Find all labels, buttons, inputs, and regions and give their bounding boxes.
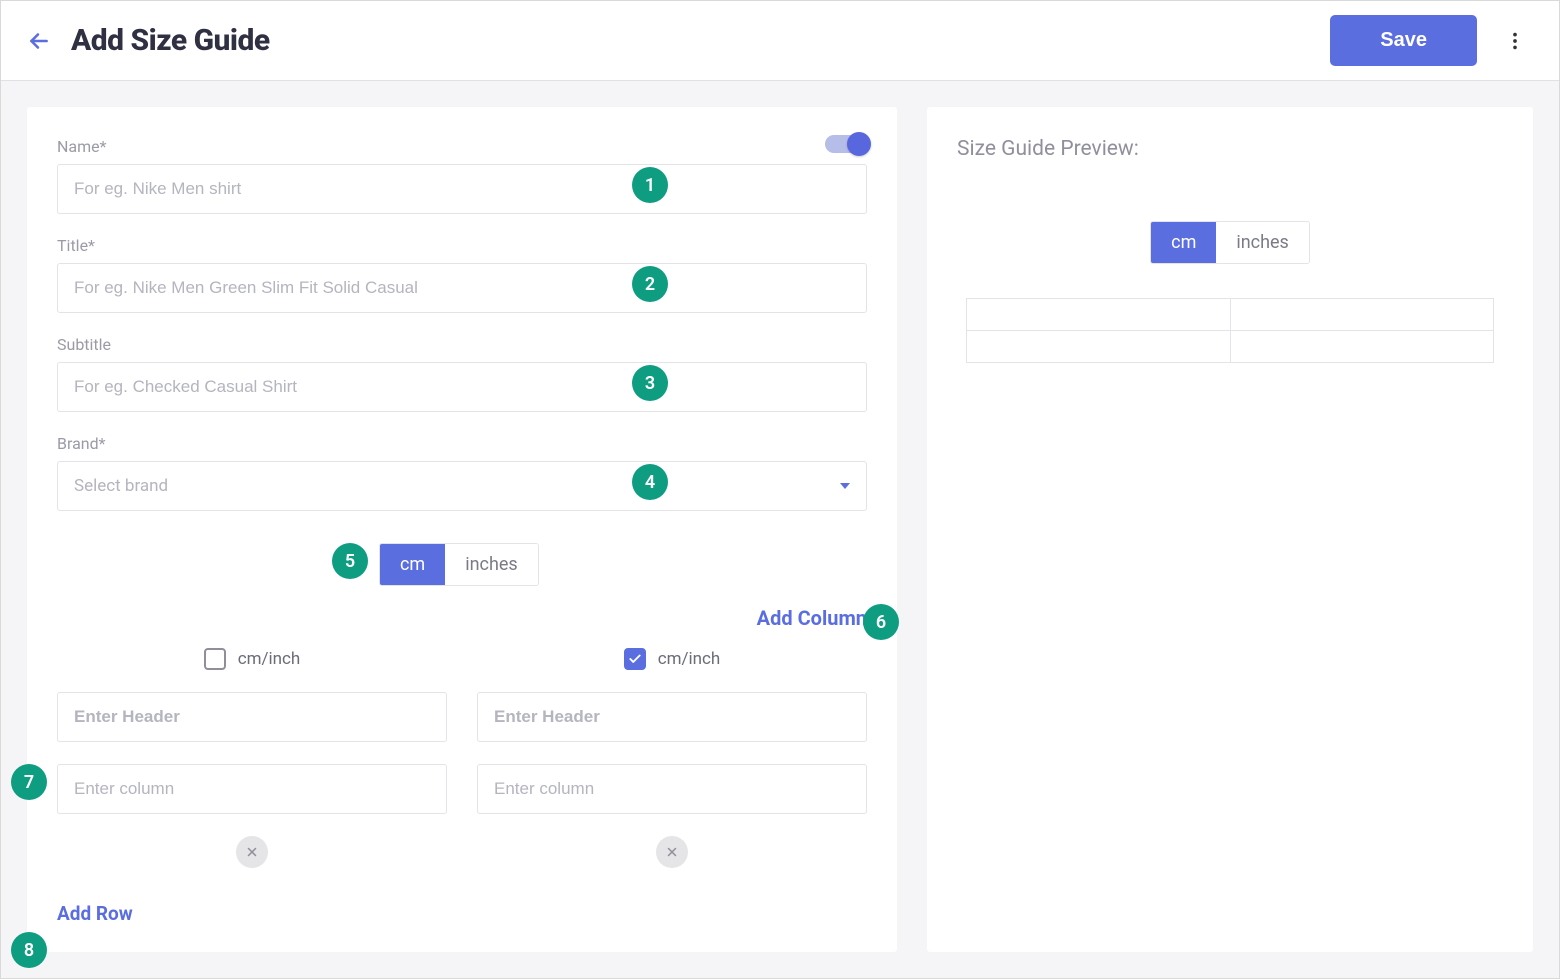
title-label: Title* [57, 236, 867, 255]
page-title: Add Size Guide [71, 23, 270, 58]
title-input[interactable] [57, 263, 867, 313]
brand-row: Brand* Select brand 4 [57, 434, 867, 511]
col0-cm-inch-checkbox[interactable] [204, 648, 226, 670]
col1-cm-inch-label: cm/inch [658, 649, 721, 669]
grid-area: 7 cm/inch [57, 648, 867, 868]
col1-cell-input[interactable] [477, 764, 867, 814]
name-label: Name* [57, 137, 867, 156]
col1-remove-button[interactable] [656, 836, 688, 868]
step-badge-7: 7 [11, 764, 47, 800]
preview-cell [967, 299, 1231, 331]
unit-inches-button[interactable]: inches [445, 544, 538, 585]
step-badge-1: 1 [632, 167, 668, 203]
preview-unit-inches-button[interactable]: inches [1216, 222, 1309, 263]
subtitle-label: Subtitle [57, 335, 867, 354]
col0-remove-wrap [57, 836, 447, 868]
col1-remove-wrap [477, 836, 867, 868]
form-panel: Name* 1 Title* 2 Subtitle 3 Brand* Selec [27, 107, 897, 952]
more-menu-button[interactable] [1495, 21, 1535, 61]
unit-cm-button[interactable]: cm [380, 544, 445, 585]
grid-col-0: cm/inch [57, 648, 447, 868]
preview-unit-toggle: cm inches [1150, 221, 1310, 264]
preview-unit-cm-button[interactable]: cm [1151, 222, 1216, 263]
brand-placeholder: Select brand [74, 476, 168, 496]
step-badge-2: 2 [632, 266, 668, 302]
top-bar: Add Size Guide Save [1, 1, 1559, 81]
col1-header-input[interactable] [477, 692, 867, 742]
step-badge-6: 6 [863, 604, 899, 640]
col0-cell-input[interactable] [57, 764, 447, 814]
col0-header-input[interactable] [57, 692, 447, 742]
grid-col-1: cm/inch [477, 648, 867, 868]
step-badge-8: 8 [11, 932, 47, 968]
back-button[interactable] [25, 27, 53, 55]
subtitle-row: Subtitle 3 [57, 335, 867, 412]
col1-cm-inch-checkbox[interactable] [624, 648, 646, 670]
preview-cell [1230, 299, 1494, 331]
col1-head: cm/inch [477, 648, 867, 670]
app-frame: Add Size Guide Save Name* 1 Title* [0, 0, 1560, 979]
add-column-row: Add Column 6 [57, 606, 867, 630]
step-badge-5: 5 [332, 543, 368, 579]
name-input[interactable] [57, 164, 867, 214]
preview-body: cm inches [957, 221, 1503, 363]
col0-cm-inch-label: cm/inch [238, 649, 301, 669]
arrow-left-icon [26, 28, 52, 54]
unit-toggle-row: 5 cm inches [57, 533, 867, 596]
more-vertical-icon [1504, 30, 1526, 52]
brand-label: Brand* [57, 434, 867, 453]
content-row: Name* 1 Title* 2 Subtitle 3 Brand* Selec [1, 81, 1559, 978]
title-row: Title* 2 [57, 236, 867, 313]
close-icon [245, 845, 259, 859]
preview-cell [967, 331, 1231, 363]
save-button[interactable]: Save [1330, 15, 1477, 66]
add-row-button[interactable]: Add Row [57, 902, 867, 925]
preview-cell [1230, 331, 1494, 363]
add-column-button[interactable]: Add Column [57, 606, 867, 630]
chevron-down-icon [840, 483, 850, 489]
brand-select[interactable]: Select brand [57, 461, 867, 511]
col0-remove-button[interactable] [236, 836, 268, 868]
preview-title: Size Guide Preview: [957, 137, 1503, 161]
step-badge-4: 4 [632, 464, 668, 500]
subtitle-input[interactable] [57, 362, 867, 412]
col0-head: cm/inch [57, 648, 447, 670]
add-row-wrap: 8 Add Row [57, 902, 867, 925]
close-icon [665, 845, 679, 859]
unit-toggle: cm inches [379, 543, 539, 586]
step-badge-3: 3 [632, 365, 668, 401]
name-row: Name* 1 [57, 137, 867, 214]
preview-table [966, 298, 1494, 363]
table-row [967, 331, 1494, 363]
preview-panel: Size Guide Preview: cm inches [927, 107, 1533, 952]
table-row [967, 299, 1494, 331]
check-icon [628, 652, 642, 666]
